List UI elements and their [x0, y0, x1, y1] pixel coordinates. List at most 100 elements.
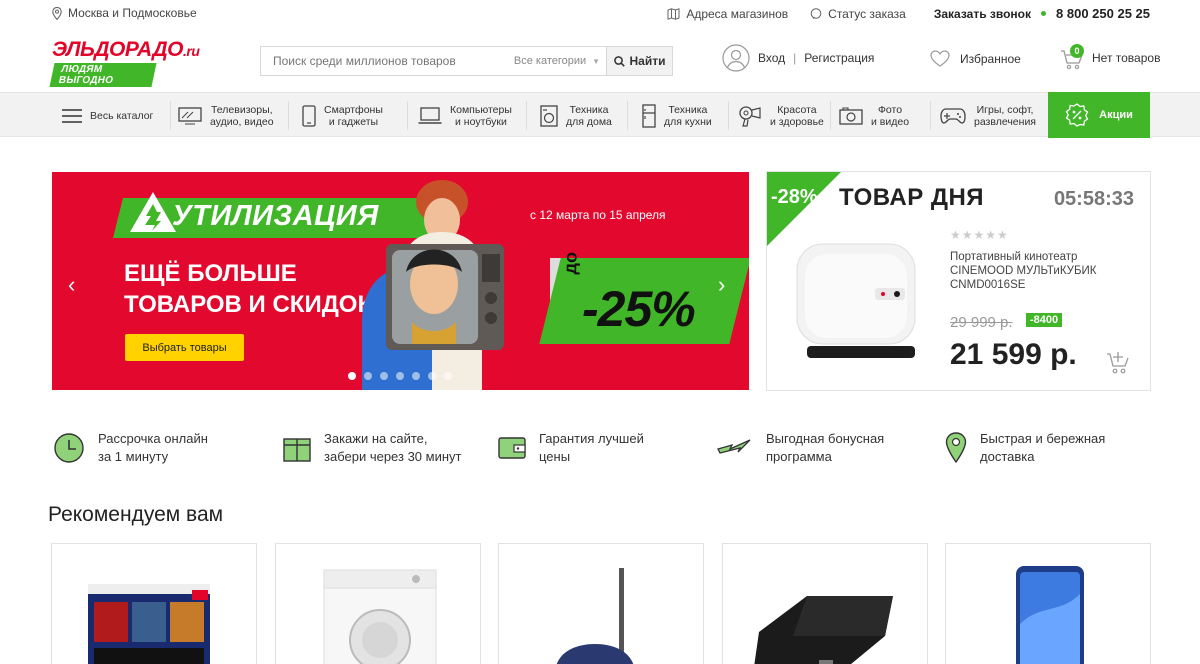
product-card[interactable] — [51, 543, 257, 664]
product-card[interactable] — [945, 543, 1151, 664]
ps4-bundle-image — [88, 584, 210, 664]
cart-label: Нет товаров — [1092, 51, 1161, 65]
hairdryer-icon — [739, 105, 761, 127]
banner-pagination — [348, 372, 452, 380]
stores-label: Адреса магазинов — [686, 6, 789, 21]
search-icon — [613, 55, 625, 67]
nav-divider — [170, 101, 171, 130]
nav-item-computers[interactable]: Компьютеры и ноутбуки — [418, 93, 512, 138]
projector-image — [796, 243, 916, 358]
nav-item-beauty[interactable]: Красота и здоровье — [738, 93, 824, 138]
gift-box-icon — [283, 438, 311, 462]
benefit-installment[interactable]: Рассрочка онлайн за 1 минуту — [52, 430, 208, 466]
logo-wordmark: ЭЛЬДОРАДО.ru — [52, 38, 222, 61]
pagination-dot[interactable] — [380, 372, 388, 380]
search-button[interactable]: Найти — [606, 47, 672, 75]
map-icon — [667, 7, 680, 20]
account-area: Вход | Регистрация — [722, 44, 874, 72]
search-bar: Все категории ▼ Найти — [260, 46, 673, 76]
product-card[interactable] — [498, 543, 704, 664]
smartphone-icon — [302, 104, 316, 127]
pagination-dot[interactable] — [396, 372, 404, 380]
nav-item-label: Игры, софт, развлечения — [974, 103, 1036, 128]
nav-item-label: Техника для дома — [566, 103, 612, 128]
favorites-label: Избранное — [960, 51, 1021, 66]
pagination-dot[interactable] — [364, 372, 372, 380]
benefit-pickup[interactable]: Закажи на сайте, забери через 30 минут — [282, 430, 461, 466]
nav-item-smartphones[interactable]: Смартфоны и гаджеты — [302, 93, 383, 138]
region-selector[interactable]: Москва и Подмосковье — [52, 6, 197, 20]
chevron-right-icon[interactable]: › — [718, 272, 725, 298]
chevron-down-icon: ▼ — [592, 56, 601, 66]
nav-item-tv[interactable]: Телевизоры, аудио, видео — [178, 93, 274, 138]
nav-divider — [930, 101, 931, 130]
benefit-label: Гарантия лучшей цены — [539, 431, 644, 464]
hamburger-menu-icon — [62, 108, 82, 123]
pagination-dot[interactable] — [412, 372, 420, 380]
benefit-best-price[interactable]: Гарантия лучшей цены — [497, 430, 644, 466]
smartphone-image — [1016, 566, 1084, 664]
promo-label: Акции — [1099, 109, 1133, 121]
stores-link[interactable]: Адреса магазинов — [667, 7, 788, 21]
order-status-link[interactable]: Статус заказа — [810, 7, 906, 21]
user-icon[interactable] — [722, 44, 750, 72]
nav-divider — [288, 101, 289, 130]
logo-main: ЭЛЬДОРАДО — [52, 38, 184, 61]
vacuum-cleaner-image — [556, 568, 634, 664]
logo-slogan: ЛЮДЯМ ВЫГОДНО — [49, 63, 157, 87]
cart-icon-wrap: 0 — [1060, 44, 1086, 70]
clock-icon — [54, 433, 84, 463]
top-bar: Москва и Подмосковье Адреса магазинов Ст… — [0, 0, 1200, 28]
nav-item-games[interactable]: Игры, софт, развлечения — [940, 93, 1036, 138]
gamepad-icon — [940, 107, 966, 124]
callback-link[interactable]: Заказать звонок — [934, 7, 1031, 21]
product-card[interactable] — [722, 543, 928, 664]
deal-timer: 05:58:33 — [1053, 188, 1134, 210]
benefit-label: Закажи на сайте, забери через 30 минут — [324, 431, 462, 464]
product-card[interactable] — [275, 543, 481, 664]
pagination-dot[interactable] — [428, 372, 436, 380]
benefit-delivery[interactable]: Быстрая и бережная доставка — [944, 430, 1105, 466]
catalog-all-button[interactable]: Весь каталог — [62, 93, 153, 138]
nav-item-home-appliances[interactable]: Техника для дома — [540, 93, 612, 138]
logo-tld: .ru — [183, 43, 200, 59]
deal-of-day[interactable]: -28% ТОВАР ДНЯ 05:58:33 ★★★★★ Портативны… — [766, 171, 1151, 391]
benefit-bonus[interactable]: Выгодная бонусная программа — [716, 430, 884, 466]
search-input[interactable] — [261, 47, 508, 75]
add-to-cart-icon[interactable] — [1105, 350, 1133, 376]
nav-item-label: Компьютеры и ноутбуки — [450, 103, 512, 128]
region-label: Москва и Подмосковье — [68, 6, 197, 20]
phone-number[interactable]: 8 800 250 25 25 — [1056, 6, 1150, 21]
chevron-left-icon[interactable]: ‹ — [68, 272, 75, 298]
deal-price: 21 599 р. — [950, 338, 1077, 371]
deal-old-price: 29 999 р. — [950, 314, 1013, 331]
banner-illustration — [362, 180, 562, 390]
promo-banner[interactable]: УТИЛИЗАЦИЯ с 12 марта по 15 апреля ЕЩЁ Б… — [52, 172, 749, 390]
favorites-link[interactable]: Избранное — [930, 50, 1021, 67]
cart-count-badge: 0 — [1070, 44, 1084, 58]
search-category-select[interactable]: Все категории ▼ — [508, 47, 606, 75]
fridge-icon — [642, 103, 656, 128]
deal-product-name[interactable]: Портативный кинотеатр CINEMOOD МУЛЬТиКУБ… — [950, 250, 1140, 292]
lightning-icon — [717, 439, 751, 454]
pagination-dot[interactable] — [444, 372, 452, 380]
pagination-dot[interactable] — [348, 372, 356, 380]
discount-corner — [767, 172, 841, 246]
banner-discount-prefix: до — [560, 251, 581, 275]
nav-item-label: Техника для кухни — [664, 103, 712, 128]
login-link[interactable]: Вход — [758, 51, 785, 65]
benefit-label: Рассрочка онлайн за 1 минуту — [98, 431, 208, 464]
washer-icon — [540, 104, 558, 127]
nav-item-kitchen[interactable]: Техника для кухни — [642, 93, 712, 138]
cart-link[interactable]: 0 Нет товаров — [1060, 44, 1161, 70]
logo[interactable]: ЭЛЬДОРАДО.ru ЛЮДЯМ ВЫГОДНО — [49, 38, 222, 87]
search-category-label: Все категории — [513, 55, 587, 67]
camera-icon — [839, 106, 863, 125]
nav-item-photo[interactable]: Фото и видео — [839, 93, 909, 138]
washing-machine-image — [323, 569, 437, 664]
promo-button[interactable]: Акции — [1048, 92, 1150, 138]
register-link[interactable]: Регистрация — [804, 51, 874, 65]
banner-cta-button[interactable]: Выбрать товары — [125, 334, 244, 361]
order-status-label: Статус заказа — [828, 6, 906, 21]
nav-divider — [728, 101, 729, 130]
